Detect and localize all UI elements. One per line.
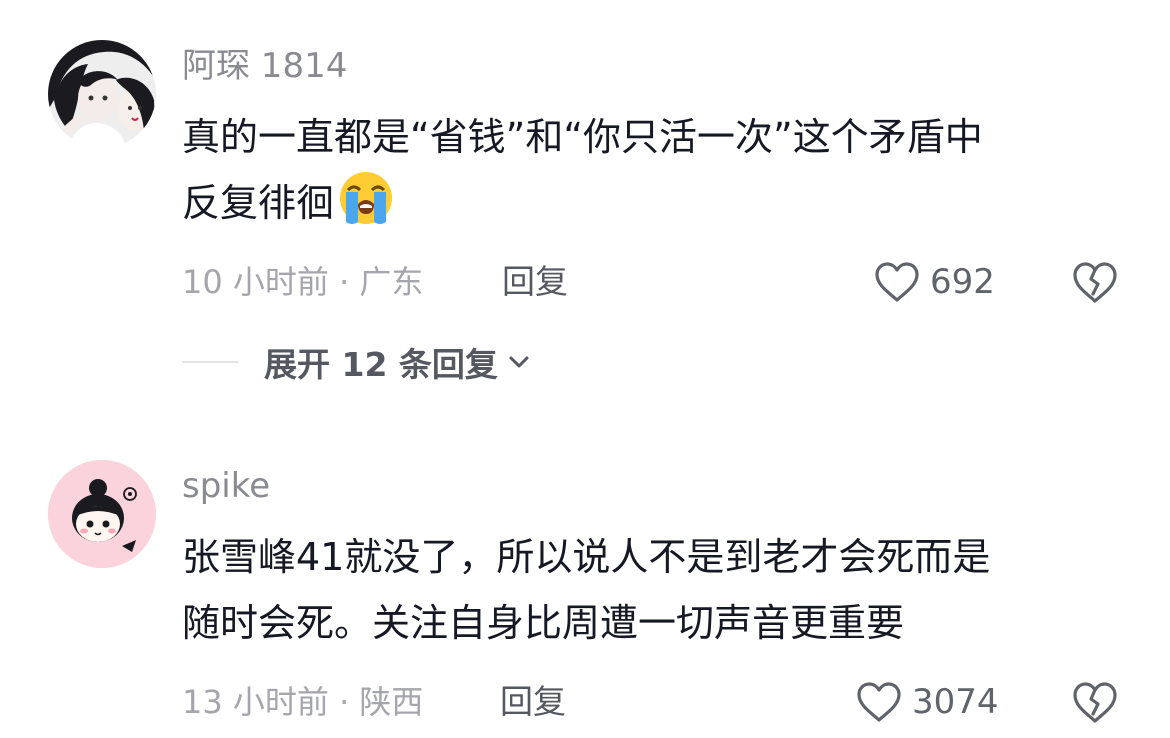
chevron-down-icon	[509, 356, 529, 368]
divider-line	[182, 361, 238, 363]
like-count: 3074	[912, 682, 999, 722]
avatar-image	[48, 40, 156, 148]
expand-replies-button[interactable]: 展开 12 条回复	[182, 340, 530, 384]
like-count: 692	[930, 262, 995, 302]
comment-time-location: 13 小时前 · 陕西	[182, 683, 424, 721]
comment-time-location: 10 小时前 · 广东	[182, 263, 424, 301]
dislike-button[interactable]	[1071, 680, 1119, 724]
reply-button[interactable]: 回复	[500, 682, 566, 722]
dislike-button[interactable]	[1071, 260, 1119, 304]
comment-text-segment: 反复徘徊	[182, 181, 335, 225]
like-button[interactable]: 692	[874, 260, 995, 304]
username[interactable]: spike	[182, 466, 270, 506]
comment-text: 张雪峰41就没了，所以说人不是到老才会死而是 随时会死。关注自身比周遭一切声音更…	[182, 524, 1122, 656]
username[interactable]: 阿琛 1814	[182, 46, 347, 86]
avatar[interactable]	[48, 460, 156, 568]
broken-heart-outline-icon	[1073, 262, 1117, 303]
comment-text-line: 随时会死。关注自身比周遭一切声音更重要	[182, 601, 905, 645]
comment-text: 真的一直都是“省钱”和“你只活一次”这个矛盾中 反复徘徊	[182, 104, 1122, 236]
heart-outline-icon	[857, 682, 901, 722]
avatar[interactable]	[48, 40, 156, 148]
loudly-crying-face-emoji-icon	[340, 172, 393, 224]
broken-heart-outline-icon	[1073, 682, 1117, 723]
comment-text-line: 张雪峰41就没了，所以说人不是到老才会死而是	[182, 535, 991, 579]
comment-item: 阿琛 1814 真的一直都是“省钱”和“你只活一次”这个矛盾中 反复徘徊 10 …	[0, 0, 1170, 420]
comment-text-line: 真的一直都是“省钱”和“你只活一次”这个矛盾中	[182, 115, 983, 159]
comment-text-line: 反复徘徊	[182, 170, 1122, 236]
reply-button[interactable]: 回复	[502, 262, 568, 302]
expand-replies-label: 展开 12 条回复	[264, 345, 498, 384]
avatar-image	[48, 460, 156, 568]
heart-outline-icon	[875, 262, 919, 302]
like-button[interactable]: 3074	[856, 680, 999, 724]
comment-item: spike 张雪峰41就没了，所以说人不是到老才会死而是 随时会死。关注自身比周…	[0, 420, 1170, 738]
